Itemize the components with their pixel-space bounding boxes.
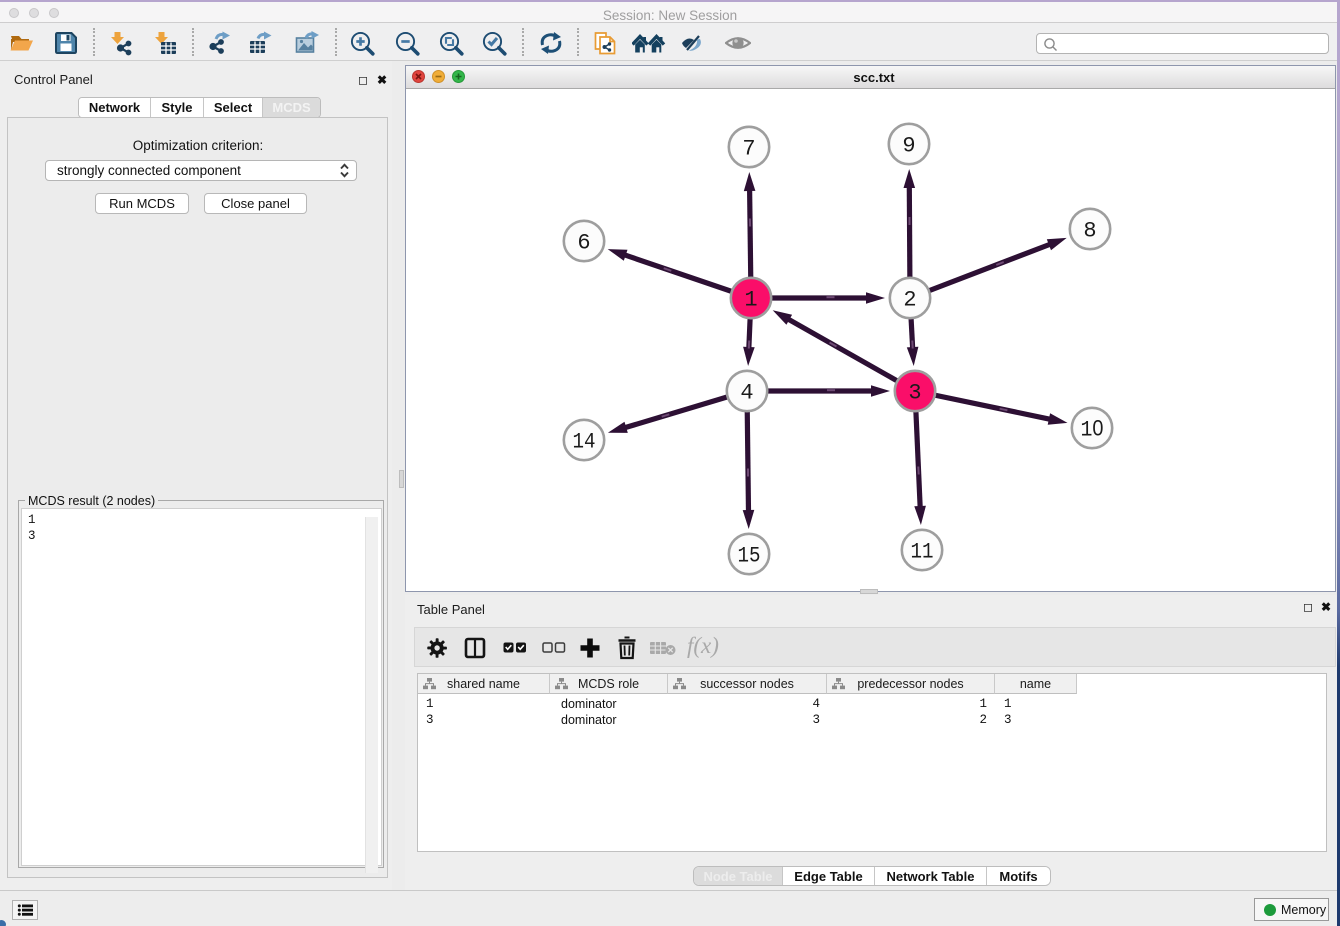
svg-text:14: 14 xyxy=(573,430,596,455)
svg-text:11: 11 xyxy=(911,540,934,565)
svg-text:8: 8 xyxy=(1083,219,1096,244)
svg-text:10: 10 xyxy=(1081,416,1104,443)
svg-text:15: 15 xyxy=(738,544,761,569)
svg-text:2: 2 xyxy=(903,288,916,313)
svg-text:1: 1 xyxy=(744,288,757,313)
svg-text:4: 4 xyxy=(740,381,753,406)
svg-text:9: 9 xyxy=(902,134,915,159)
svg-text:6: 6 xyxy=(577,231,590,256)
svg-text:3: 3 xyxy=(908,381,921,406)
svg-text:7: 7 xyxy=(742,137,755,162)
